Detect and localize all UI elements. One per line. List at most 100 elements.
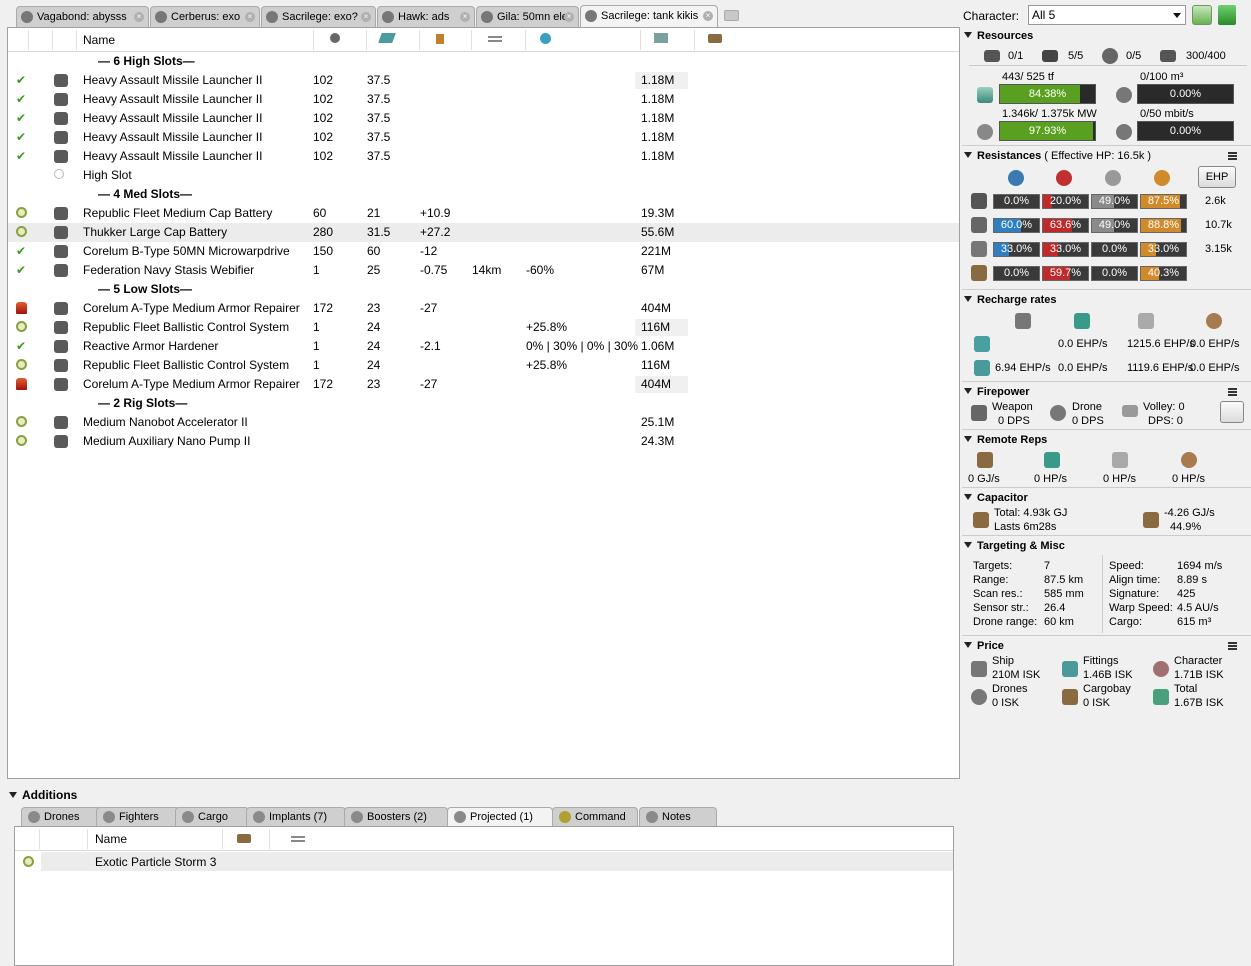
range-column-icon[interactable] (488, 36, 502, 42)
cpu-column-icon[interactable] (330, 33, 340, 43)
module-row[interactable]: ✔ Heavy Assault Missile Launcher II 102 37.… (8, 109, 959, 128)
character-select[interactable]: All 5 (1028, 5, 1186, 25)
fit-tab-6[interactable]: Sacrilege: tank kikis × (580, 5, 718, 27)
state-active-icon[interactable]: ✔ (16, 74, 28, 86)
state-active-icon[interactable]: ✔ (16, 131, 28, 143)
module-row[interactable]: Thukker Large Cap Battery 280 31.5 +27.2 55.… (8, 223, 959, 242)
slot-group-header[interactable]: — 6 High Slots— (8, 52, 959, 71)
tab-boosters[interactable]: Boosters (2) (344, 807, 448, 826)
misc-column-icon[interactable] (540, 33, 551, 44)
menu-icon[interactable] (1228, 388, 1237, 396)
character-label: Character: (963, 9, 1020, 23)
state-online-icon[interactable] (16, 435, 27, 446)
tab-implants[interactable]: Implants (7) (246, 807, 346, 826)
state-active-icon[interactable]: ✔ (16, 93, 28, 105)
close-icon[interactable]: × (703, 11, 713, 21)
additions-title[interactable]: Additions (9, 788, 77, 802)
hull-icon (1181, 452, 1197, 468)
tab-drones[interactable]: Drones (21, 807, 101, 826)
name-column-header[interactable]: Name (83, 33, 115, 47)
module-icon (54, 416, 68, 429)
ship-icon (585, 10, 597, 22)
state-overheated-icon[interactable] (16, 378, 27, 390)
resources-title[interactable]: Resources (964, 30, 1033, 42)
close-icon[interactable]: × (564, 12, 574, 22)
fit-tab-4[interactable]: Hawk: ads × (377, 6, 475, 27)
tab-cargo[interactable]: Cargo (175, 807, 249, 826)
powergrid-value: 60 (367, 244, 381, 258)
module-row[interactable]: ✔ Federation Navy Stasis Webifier 1 25 -0.75… (8, 261, 959, 280)
price-value: 221M (641, 244, 672, 258)
dronebay-icon (1116, 87, 1132, 103)
fit-tab-5[interactable]: Gila: 50mn ele × (476, 6, 579, 27)
projected-name-header[interactable]: Name (95, 832, 127, 846)
module-row[interactable]: Medium Nanobot Accelerator II 25.1M (8, 413, 959, 432)
recharge-title[interactable]: Recharge rates (964, 294, 1057, 306)
module-row[interactable]: ✔ Heavy Assault Missile Launcher II 102 37.… (8, 90, 959, 109)
slot-group-header[interactable]: — 5 Low Slots— (8, 280, 959, 299)
projected-header: Name (15, 827, 953, 851)
module-row[interactable]: ✔ Reactive Armor Hardener 1 24 -2.1 0% | 30% … (8, 337, 959, 356)
resistances-title[interactable]: Resistances ( Effective HP: 16.5k ) (964, 150, 1151, 162)
module-row[interactable]: Republic Fleet Ballistic Control System 1… (8, 318, 959, 337)
price-title[interactable]: Price (964, 640, 1004, 652)
module-row[interactable]: Medium Auxiliary Nano Pump II 24.3M (8, 432, 959, 451)
firepower-options-button[interactable] (1220, 401, 1244, 423)
state-active-icon[interactable]: ✔ (16, 340, 28, 352)
fit-tab-1[interactable]: Vagabond: abysss × (16, 6, 149, 27)
slot-group-header[interactable]: — 4 Med Slots— (8, 185, 959, 204)
module-name: Reactive Armor Hardener (83, 339, 219, 353)
close-icon[interactable]: × (134, 12, 144, 22)
module-row[interactable]: High Slot (8, 166, 959, 185)
powergrid-column-icon[interactable] (378, 33, 396, 43)
tab-projected[interactable]: Projected (1) (447, 807, 553, 826)
module-row[interactable]: ✔ Corelum B-Type 50MN Microwarpdrive 150 60… (8, 242, 959, 261)
close-icon[interactable]: × (245, 12, 255, 22)
cpu-bar: 84.38% (999, 84, 1096, 104)
module-row[interactable]: Corelum A-Type Medium Armor Repairer 172 2… (8, 299, 959, 318)
module-row[interactable]: ✔ Heavy Assault Missile Launcher II 102 37.… (8, 71, 959, 90)
tab-fighters[interactable]: Fighters (96, 807, 180, 826)
module-row[interactable]: ✔ Heavy Assault Missile Launcher II 102 37.… (8, 147, 959, 166)
remote-reps-title[interactable]: Remote Reps (964, 434, 1047, 446)
slot-group-header[interactable]: — 2 Rig Slots— (8, 394, 959, 413)
state-active-icon[interactable]: ✔ (16, 245, 28, 257)
ammo-column-icon[interactable] (708, 34, 722, 43)
capacitor-column-icon[interactable] (436, 34, 444, 44)
state-online-icon[interactable] (16, 359, 27, 370)
state-active-icon[interactable]: ✔ (16, 112, 28, 124)
close-icon[interactable]: × (361, 12, 371, 22)
module-name: Medium Auxiliary Nano Pump II (83, 434, 251, 448)
state-active-icon[interactable]: ✔ (16, 150, 28, 162)
state-offline-icon[interactable] (23, 856, 34, 867)
state-online-icon[interactable] (16, 226, 27, 237)
menu-icon[interactable] (1228, 152, 1237, 160)
module-row[interactable]: ✔ Heavy Assault Missile Launcher II 102 37.… (8, 128, 959, 147)
fit-tab-2[interactable]: Cerberus: exo × (150, 6, 260, 27)
refresh-icon[interactable] (1192, 5, 1212, 25)
state-online-icon[interactable] (16, 321, 27, 332)
resist-bar: 20.0% (1042, 194, 1089, 209)
tab-command[interactable]: Command (552, 807, 638, 826)
module-row[interactable]: Republic Fleet Ballistic Control System 1… (8, 356, 959, 375)
fit-tab-3[interactable]: Sacrilege: exo? × (261, 6, 376, 27)
state-overheated-icon[interactable] (16, 302, 27, 314)
range-column-icon[interactable] (291, 836, 305, 842)
targeting-title[interactable]: Targeting & Misc (964, 540, 1065, 552)
close-icon[interactable]: × (460, 12, 470, 22)
export-icon[interactable] (1218, 5, 1236, 25)
menu-icon[interactable] (1228, 642, 1237, 650)
state-online-icon[interactable] (16, 416, 27, 427)
new-tab-button[interactable] (724, 10, 739, 21)
state-online-icon[interactable] (16, 207, 27, 218)
ammo-column-icon[interactable] (237, 834, 251, 843)
module-row[interactable]: Republic Fleet Medium Cap Battery 60 21 +10… (8, 204, 959, 223)
state-active-icon[interactable]: ✔ (16, 264, 28, 276)
ehp-toggle-button[interactable]: EHP (1198, 166, 1236, 188)
tab-notes[interactable]: Notes (639, 807, 717, 826)
price-column-icon[interactable] (654, 33, 668, 43)
capacitor-title[interactable]: Capacitor (964, 492, 1028, 504)
sustained-active-icon (974, 360, 990, 376)
firepower-title[interactable]: Firepower (964, 386, 1030, 398)
module-row[interactable]: Corelum A-Type Medium Armor Repairer 172 2… (8, 375, 959, 394)
